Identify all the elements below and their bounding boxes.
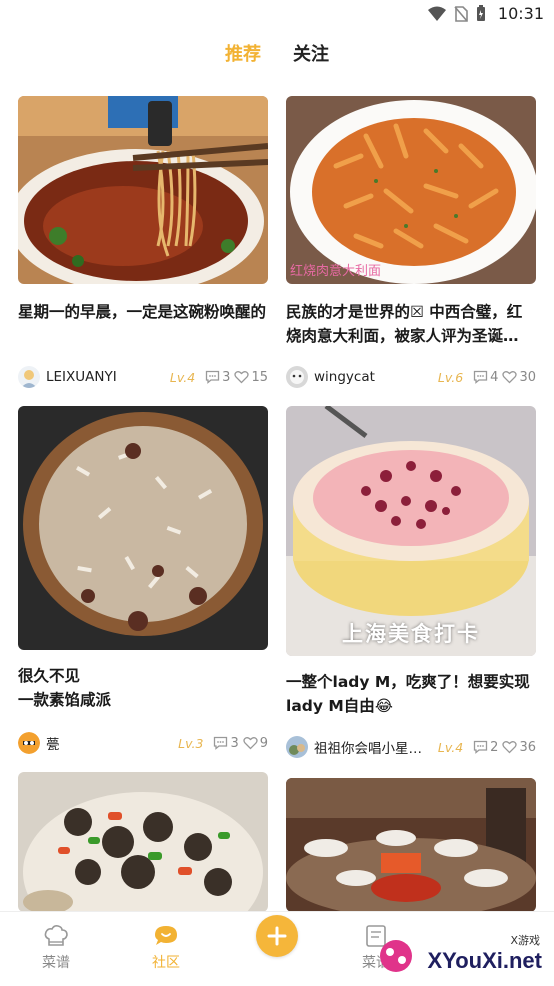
comment-icon	[474, 740, 488, 754]
nav-label: 社区	[152, 955, 180, 971]
like-count-value: 15	[251, 369, 268, 385]
post-meta: 祖祖你会唱小星… Lv.4 2 36	[286, 736, 536, 758]
like-count-value: 9	[259, 735, 268, 751]
comment-count[interactable]: 3	[205, 370, 230, 385]
comment-count[interactable]: 4	[473, 370, 498, 385]
plus-icon	[267, 926, 287, 946]
avatar[interactable]	[286, 366, 308, 388]
like-count-value: 30	[519, 369, 536, 385]
watermark-tag: X游戏	[510, 934, 540, 947]
comment-count-value: 4	[490, 369, 499, 385]
add-post-button[interactable]	[256, 915, 298, 957]
tab-recommend[interactable]: 推荐	[225, 40, 261, 72]
post-image[interactable]: 红烧肉意大利面	[286, 96, 536, 284]
like-count[interactable]: 30	[502, 370, 536, 385]
author-name[interactable]: wingycat	[314, 369, 375, 385]
chat-bubble-icon	[155, 926, 177, 945]
like-count[interactable]: 15	[234, 370, 268, 385]
comment-count-value: 3	[222, 369, 231, 385]
post-image[interactable]: 上海美食打卡	[286, 406, 536, 656]
post-title[interactable]: 一整个lady M，吃爽了！想要实现lady M自由😂	[286, 670, 536, 718]
status-bar: 10:31	[0, 0, 554, 30]
avatar[interactable]	[18, 366, 40, 388]
watermark-brand: XYouXi.net	[427, 948, 543, 973]
heart-icon	[502, 741, 518, 754]
post-title[interactable]: 很久不见 一款素馅咸派	[18, 664, 268, 712]
author-name[interactable]: LEIXUANYI	[46, 369, 117, 385]
like-count[interactable]: 36	[502, 740, 536, 755]
comment-icon	[474, 370, 488, 384]
clock: 10:31	[497, 4, 544, 23]
comment-count-value: 3	[230, 735, 239, 751]
post-meta: LEIXUANYI Lv.4 3 15	[18, 366, 268, 388]
like-count-value: 36	[519, 739, 536, 755]
level-badge: Lv.6	[437, 369, 464, 385]
no-sim-icon	[454, 5, 468, 22]
author-name[interactable]: 甍	[46, 733, 60, 753]
nav-item-community[interactable]: 社区	[126, 924, 206, 972]
heart-icon	[243, 737, 258, 750]
wifi-icon	[427, 6, 446, 21]
top-tabs: 推荐 关注	[0, 40, 554, 72]
chef-hat-icon	[44, 925, 68, 946]
post-title[interactable]: 星期一的早晨，一定是这碗粉唤醒的	[18, 300, 268, 348]
post-title[interactable]: 民族的才是世界的☒ 中西合璧，红烧肉意大利面，被家人评为圣诞…	[286, 300, 536, 348]
post-meta: wingycat Lv.6 4 30	[286, 366, 536, 388]
level-badge: Lv.3	[178, 735, 204, 751]
avatar[interactable]	[286, 736, 308, 758]
image-caption: 上海美食打卡	[342, 622, 480, 646]
level-badge: Lv.4	[169, 369, 196, 385]
post-image[interactable]	[286, 778, 536, 912]
comment-count[interactable]: 3	[213, 735, 239, 751]
heart-icon	[234, 371, 250, 384]
tab-following[interactable]: 关注	[293, 40, 329, 72]
avatar[interactable]	[18, 732, 40, 754]
comment-count-value: 2	[490, 739, 499, 755]
like-count[interactable]: 9	[243, 736, 268, 751]
nav-item-recipes[interactable]: 菜谱	[16, 924, 96, 972]
post-image[interactable]	[18, 772, 268, 912]
nav-label: 菜谱	[42, 955, 70, 971]
post-image[interactable]	[18, 406, 268, 650]
heart-icon	[502, 371, 518, 384]
image-caption: 红烧肉意大利面	[290, 264, 382, 279]
post-image[interactable]	[18, 96, 268, 284]
battery-icon	[476, 5, 485, 21]
comment-icon	[214, 736, 228, 750]
comment-icon	[206, 370, 220, 384]
comment-count[interactable]: 2	[473, 740, 498, 755]
post-meta: 甍 Lv.3 3 9	[18, 732, 268, 754]
level-badge: Lv.4	[437, 739, 464, 755]
author-name[interactable]: 祖祖你会唱小星…	[314, 737, 422, 757]
